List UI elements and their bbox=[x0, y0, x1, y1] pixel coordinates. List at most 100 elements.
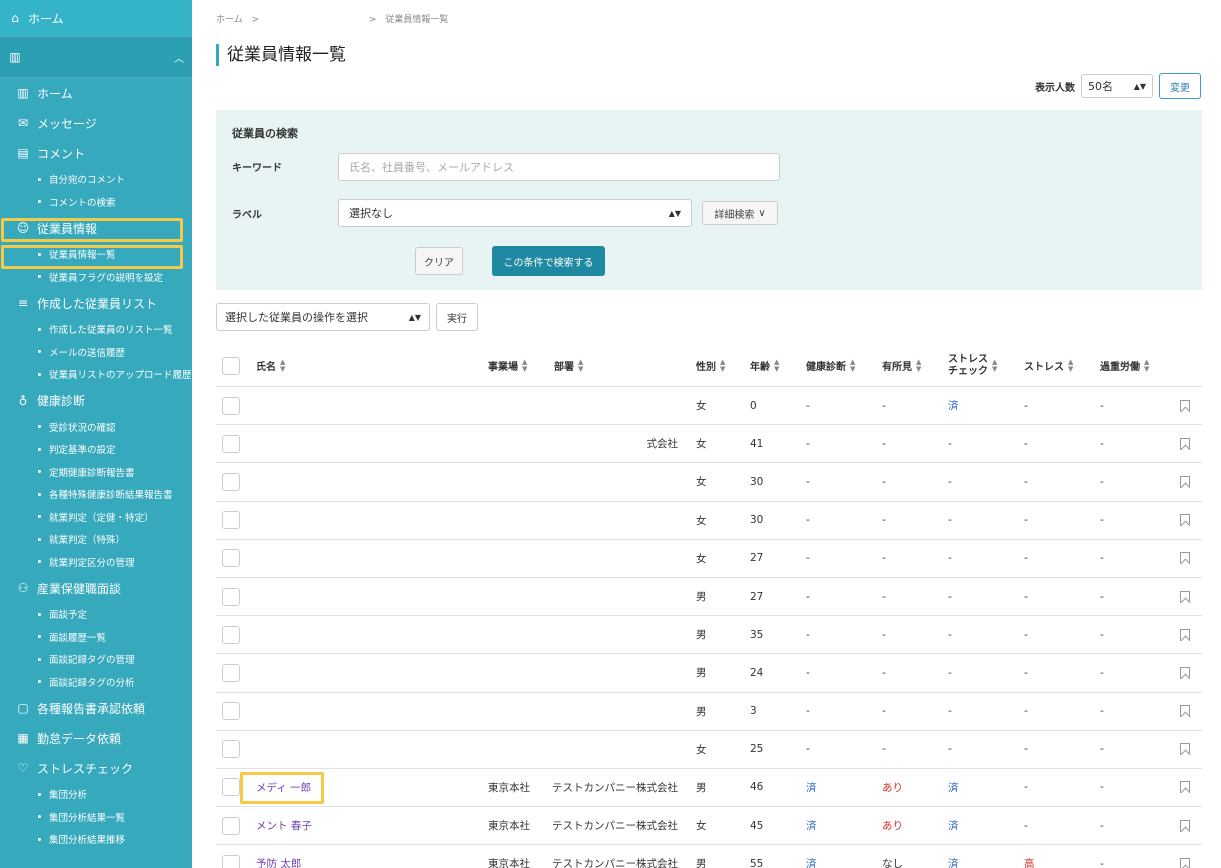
employee-name-link[interactable]: 予防 太郎 bbox=[256, 845, 301, 868]
header-stress[interactable]: ストレス ▲ ▼ bbox=[1024, 345, 1073, 386]
sidebar-item[interactable]: ♡ ストレスチェック bbox=[0, 753, 192, 783]
table-row: 女 30 - - - - - bbox=[216, 463, 1202, 502]
cell-finding-value: あり bbox=[882, 781, 903, 794]
label-select[interactable]: 選択なし ▲▼ bbox=[338, 199, 692, 227]
employee-name-link[interactable]: メント 春子 bbox=[256, 807, 312, 844]
header-dept[interactable]: 部署 ▲ ▼ bbox=[554, 345, 583, 386]
row-checkbox[interactable] bbox=[222, 549, 240, 568]
cell-stresscheck-value: - bbox=[948, 628, 952, 641]
sidebar-subitem[interactable]: 集団分析 bbox=[0, 783, 192, 806]
cell-stresscheck[interactable]: 済 bbox=[948, 807, 959, 844]
sidebar-subitem[interactable]: コメントの検索 bbox=[0, 191, 192, 214]
sidebar-subitem[interactable]: 定期健康診断報告書 bbox=[0, 461, 192, 484]
sidebar-subitem[interactable]: 自分宛のコメント bbox=[0, 168, 192, 191]
sidebar-subitem[interactable]: 集団分析結果一覧 bbox=[0, 806, 192, 829]
cell-age: 27 bbox=[750, 578, 763, 615]
header-age[interactable]: 年齢 ▲ ▼ bbox=[750, 345, 779, 386]
sidebar-subitem[interactable]: 作成した従業員のリスト一覧 bbox=[0, 318, 192, 341]
employee-name-link[interactable]: メディ 一郎 bbox=[256, 769, 311, 806]
sidebar-subitem[interactable]: 集団分析結果推移 bbox=[0, 828, 192, 851]
search-submit-button[interactable]: この条件で検索する bbox=[492, 246, 605, 276]
row-checkbox[interactable] bbox=[222, 587, 240, 606]
header-overwork[interactable]: 過重労働 ▲ ▼ bbox=[1100, 345, 1149, 386]
bookmark-icon[interactable] bbox=[1180, 590, 1190, 603]
cell-checkup-value: - bbox=[806, 399, 810, 412]
cell-stress: - bbox=[1024, 502, 1028, 539]
bookmark-icon[interactable] bbox=[1180, 743, 1190, 756]
bookmark-icon[interactable] bbox=[1180, 705, 1190, 718]
sidebar-item[interactable]: ☺ 従業員情報 bbox=[0, 213, 192, 243]
bulk-exec-button[interactable]: 実行 bbox=[436, 303, 478, 331]
breadcrumb-home[interactable]: ホーム bbox=[216, 15, 243, 25]
sidebar-subitem[interactable]: 受診状況の確認 bbox=[0, 416, 192, 439]
bookmark-icon[interactable] bbox=[1180, 514, 1190, 527]
header-finding[interactable]: 有所見 ▲ ▼ bbox=[882, 345, 921, 386]
keyword-input[interactable]: 氏名、社員番号、メールアドレス bbox=[338, 153, 780, 181]
sidebar-subitem[interactable]: 判定基準の設定 bbox=[0, 438, 192, 461]
header-checkup[interactable]: 健康診断 ▲ ▼ bbox=[806, 345, 855, 386]
bookmark-icon[interactable] bbox=[1180, 628, 1190, 641]
sidebar-item[interactable]: ⚇ 産業保健職面談 bbox=[0, 573, 192, 603]
header-name[interactable]: 氏名 ▲ ▼ bbox=[256, 345, 285, 386]
row-checkbox[interactable] bbox=[222, 472, 240, 491]
perpage-select[interactable]: 50名 ▲▼ bbox=[1081, 74, 1153, 98]
sidebar-subitem[interactable]: 面談予定 bbox=[0, 603, 192, 626]
sidebar-item[interactable]: ▤ コメント bbox=[0, 138, 192, 168]
sidebar-home-top[interactable]: ⌂ ホーム bbox=[0, 0, 192, 36]
cell-stresscheck[interactable]: 済 bbox=[948, 845, 959, 868]
bookmark-icon[interactable] bbox=[1180, 475, 1190, 488]
detail-search-button[interactable]: 詳細検索 ∨ bbox=[702, 201, 778, 225]
row-checkbox[interactable] bbox=[222, 434, 240, 453]
cell-checkup[interactable]: 済 bbox=[806, 807, 817, 844]
sidebar-subitem[interactable]: 従業員フラグの説明を設定 bbox=[0, 266, 192, 289]
bookmark-icon[interactable] bbox=[1180, 437, 1190, 450]
cell-gender-value: 男 bbox=[696, 705, 707, 718]
row-checkbox[interactable] bbox=[222, 740, 240, 759]
cell-checkup: - bbox=[806, 731, 810, 768]
cell-checkup[interactable]: 済 bbox=[806, 845, 817, 868]
row-checkbox[interactable] bbox=[222, 511, 240, 530]
bookmark-icon[interactable] bbox=[1180, 399, 1190, 412]
sidebar-subitem[interactable]: 就業判定区分の管理 bbox=[0, 551, 192, 574]
sidebar-subitem[interactable]: 就業判定（特殊） bbox=[0, 528, 192, 551]
sidebar-item[interactable]: ▥ ホーム bbox=[0, 78, 192, 108]
sidebar-subitem[interactable]: 面談記録タグの管理 bbox=[0, 648, 192, 671]
sidebar-subitem[interactable]: 就業判定（定健・特定） bbox=[0, 506, 192, 529]
sidebar-subitem[interactable]: 各種特殊健康診断結果報告書 bbox=[0, 483, 192, 506]
row-checkbox[interactable] bbox=[222, 625, 240, 644]
cell-checkup[interactable]: 済 bbox=[806, 769, 817, 806]
header-office[interactable]: 事業場 ▲ ▼ bbox=[488, 345, 527, 386]
row-checkbox[interactable] bbox=[222, 854, 240, 868]
header-stress-check[interactable]: ストレス チェック ▲ ▼ bbox=[948, 345, 997, 386]
bookmark-icon[interactable] bbox=[1180, 781, 1190, 794]
sidebar-subitem[interactable]: メールの送信履歴 bbox=[0, 341, 192, 364]
sidebar-subitem[interactable]: 面談履歴一覧 bbox=[0, 626, 192, 649]
bookmark-icon[interactable] bbox=[1180, 857, 1190, 868]
row-checkbox[interactable] bbox=[222, 778, 240, 797]
bookmark-icon[interactable] bbox=[1180, 552, 1190, 565]
cell-stresscheck: - bbox=[948, 616, 952, 653]
bookmark-icon[interactable] bbox=[1180, 819, 1190, 832]
cell-stresscheck[interactable]: 済 bbox=[948, 769, 959, 806]
sidebar-subitem[interactable]: 従業員情報一覧 bbox=[0, 243, 192, 266]
sidebar-org-switcher[interactable]: ▥ ︿ bbox=[0, 36, 192, 78]
bulk-action-select[interactable]: 選択した従業員の操作を選択 ▲▼ bbox=[216, 303, 430, 331]
cell-stresscheck[interactable]: 済 bbox=[948, 387, 959, 424]
sidebar-subitem[interactable]: 従業員リストのアップロード履歴 bbox=[0, 363, 192, 386]
row-checkbox[interactable] bbox=[222, 816, 240, 835]
bookmark-icon[interactable] bbox=[1180, 666, 1190, 679]
cell-checkup: - bbox=[806, 693, 810, 730]
sidebar-item[interactable]: ♁ 健康診断 bbox=[0, 386, 192, 416]
sidebar-item[interactable]: ✉ メッセージ bbox=[0, 108, 192, 138]
sidebar-item[interactable]: ▢ 各種報告書承認依頼 bbox=[0, 693, 192, 723]
select-all-checkbox[interactable] bbox=[222, 356, 240, 375]
sidebar-item[interactable]: ≡ 作成した従業員リスト bbox=[0, 288, 192, 318]
row-checkbox[interactable] bbox=[222, 702, 240, 721]
row-checkbox[interactable] bbox=[222, 663, 240, 682]
sidebar-subitem[interactable]: 面談記録タグの分析 bbox=[0, 671, 192, 694]
perpage-change-button[interactable]: 変更 bbox=[1159, 73, 1201, 99]
header-gender[interactable]: 性別 ▲ ▼ bbox=[696, 345, 725, 386]
sidebar-item[interactable]: ▦ 勤怠データ依頼 bbox=[0, 723, 192, 753]
clear-button[interactable]: クリア bbox=[415, 247, 463, 275]
row-checkbox[interactable] bbox=[222, 396, 240, 415]
